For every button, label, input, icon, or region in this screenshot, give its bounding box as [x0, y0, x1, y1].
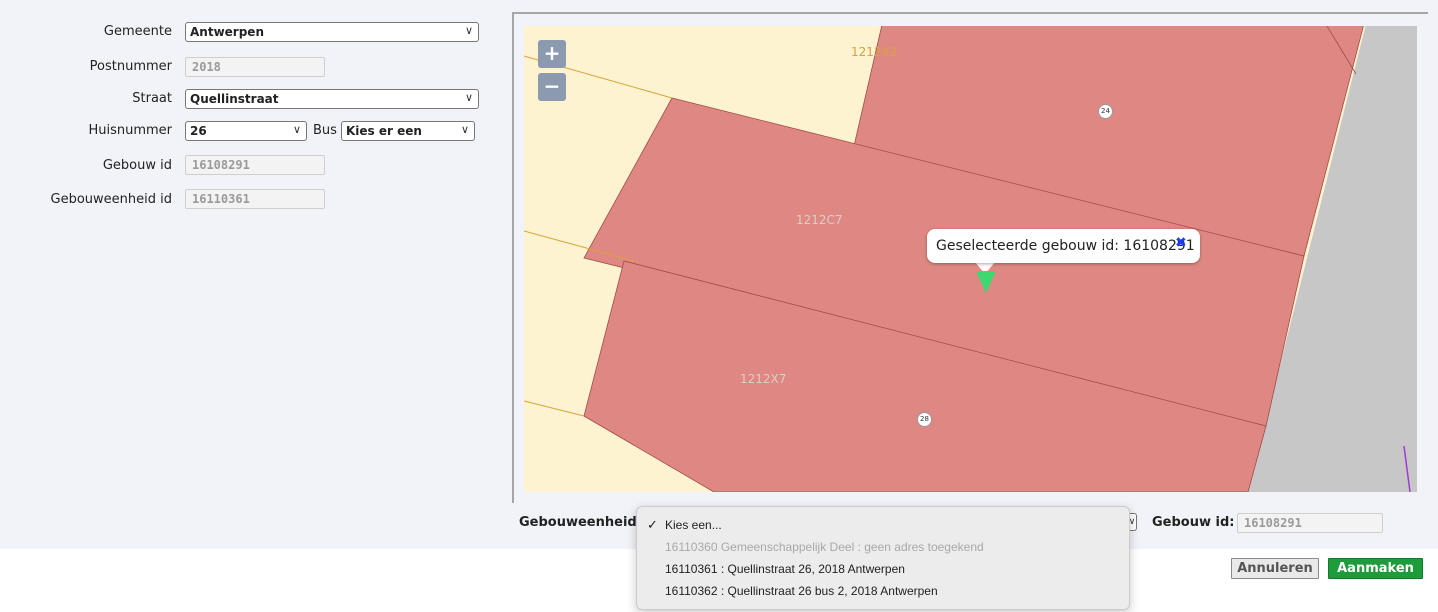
- popup-text: Geselecteerde gebouw id: 16108291: [936, 238, 1195, 254]
- huisnummer-value: 26: [190, 124, 207, 138]
- location-marker-icon[interactable]: [976, 271, 996, 293]
- bus-label: Bus: [313, 123, 337, 138]
- dropdown-option[interactable]: ✓ Kies een...: [637, 514, 1129, 536]
- parcel-label: 1212X2: [851, 45, 897, 59]
- dropdown-option: 16110360 Gemeenschappelijk Deel : geen a…: [637, 536, 1129, 558]
- chevron-down-icon: ∨: [464, 24, 473, 37]
- house-number-badge: 24: [1098, 104, 1113, 119]
- parcel-line: [524, 400, 585, 417]
- dropdown-option[interactable]: 16110362 : Quellinstraat 26 bus 2, 2018 …: [637, 580, 1129, 602]
- gemeente-select[interactable]: Antwerpen ∨: [185, 22, 479, 42]
- create-button[interactable]: Aanmaken: [1328, 558, 1423, 579]
- map-canvas[interactable]: 1212X2 1212C7 1212X7 + − 24 28 Geselecte…: [524, 26, 1417, 492]
- zoom-in-button[interactable]: +: [538, 40, 566, 68]
- huisnummer-label: Huisnummer: [88, 123, 172, 138]
- gemeente-label: Gemeente: [103, 24, 172, 39]
- chevron-down-icon: ∨: [292, 123, 301, 136]
- map-popup: Geselecteerde gebouw id: 16108291: [927, 229, 1200, 263]
- check-icon: ✓: [647, 517, 658, 532]
- option-label: Kies een...: [665, 518, 722, 532]
- close-icon[interactable]: ✖: [1175, 235, 1187, 251]
- straat-label: Straat: [132, 91, 172, 106]
- postnummer-label: Postnummer: [89, 59, 172, 74]
- gebouw-id-field: 16108291: [185, 155, 325, 175]
- cancel-button[interactable]: Annuleren: [1231, 558, 1319, 579]
- parcel-label: 1212C7: [796, 213, 843, 227]
- straat-select[interactable]: Quellinstraat ∨: [185, 89, 479, 109]
- bus-value: Kies er een: [346, 124, 422, 138]
- house-number-badge: 28: [917, 412, 932, 427]
- option-label: 16110360 Gemeenschappelijk Deel : geen a…: [665, 540, 984, 554]
- chevron-down-icon: ∨: [464, 91, 473, 104]
- gebouweenheid-id-label: Gebouweenheid id: [50, 192, 172, 207]
- option-label: 16110362 : Quellinstraat 26 bus 2, 2018 …: [665, 584, 938, 598]
- dropdown-option[interactable]: 16110361 : Quellinstraat 26, 2018 Antwer…: [637, 558, 1129, 580]
- gebouweenheid-id-field: 16110361: [185, 189, 325, 209]
- gebouw-id-bottom-label: Gebouw id:: [1152, 515, 1235, 530]
- parcel-label: 1212X7: [740, 372, 786, 386]
- gebouweenheid-dropdown[interactable]: ✓ Kies een... 16110360 Gemeenschappelijk…: [636, 506, 1130, 610]
- zoom-out-button[interactable]: −: [538, 73, 566, 101]
- huisnummer-select[interactable]: 26 ∨: [185, 121, 307, 141]
- gebouw-id-bottom-field: 16108291: [1237, 513, 1383, 533]
- chevron-down-icon: ∨: [460, 123, 469, 136]
- gebouw-id-form-label: Gebouw id: [102, 158, 172, 173]
- postnummer-field: 2018: [185, 57, 325, 77]
- gemeente-value: Antwerpen: [190, 25, 264, 39]
- bus-select[interactable]: Kies er een ∨: [341, 121, 475, 141]
- gebouweenheid-label: Gebouweenheid: [519, 515, 637, 530]
- straat-value: Quellinstraat: [190, 92, 279, 106]
- option-label: 16110361 : Quellinstraat 26, 2018 Antwer…: [665, 562, 905, 576]
